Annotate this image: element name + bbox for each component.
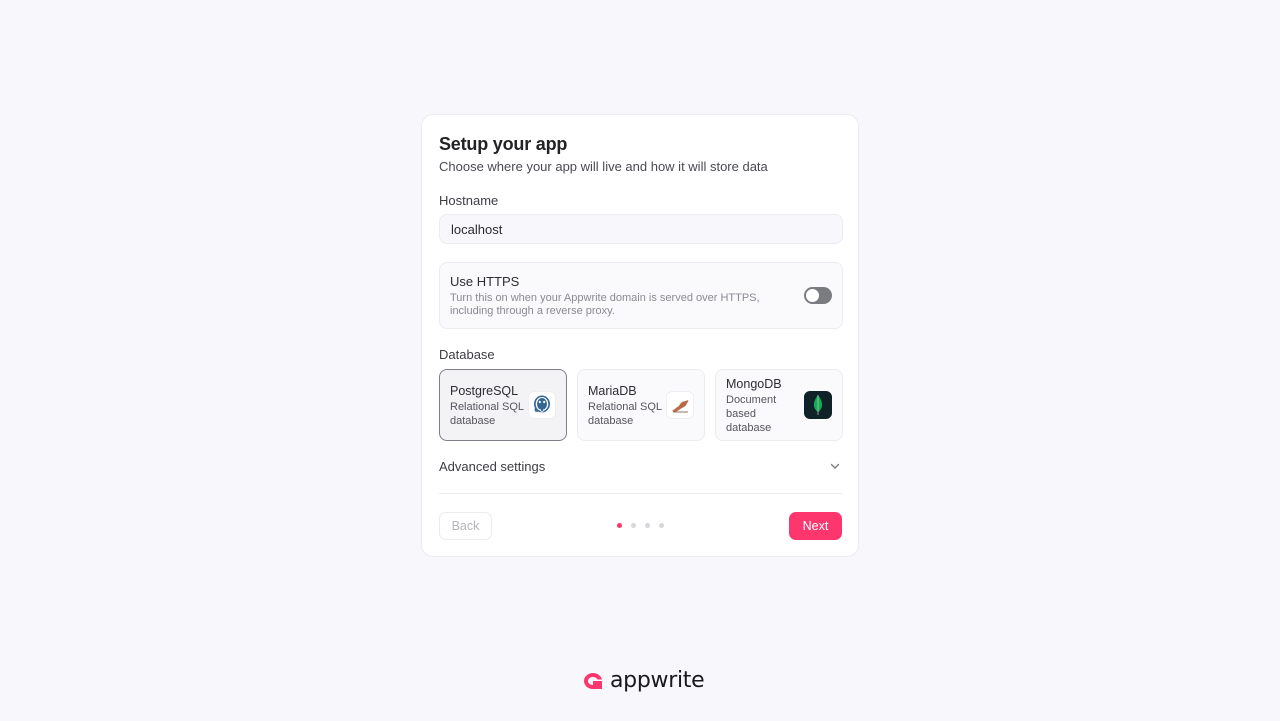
database-option-name: MongoDB [726, 377, 782, 391]
database-option-description: Relational SQL database [450, 401, 524, 427]
https-toggle[interactable] [804, 287, 832, 304]
https-title: Use HTTPS [450, 274, 520, 289]
database-option-postgresql[interactable]: PostgreSQL Relational SQL database [439, 369, 567, 441]
brand-name: appwrite [610, 668, 705, 693]
step-dot-2 [631, 523, 636, 528]
back-button[interactable]: Back [439, 512, 492, 540]
database-option-description: Document based database [726, 394, 777, 434]
database-options: PostgreSQL Relational SQL database Maria… [439, 369, 843, 441]
next-button[interactable]: Next [789, 512, 842, 540]
mariadb-icon [666, 391, 694, 419]
step-indicator [617, 523, 664, 529]
database-option-mongodb[interactable]: MongoDB Document based database [715, 369, 843, 441]
chevron-down-icon [830, 463, 840, 469]
setup-card: Setup your app Choose where your app wil… [421, 114, 859, 557]
appwrite-logo-icon [584, 672, 602, 689]
hostname-label: Hostname [439, 193, 499, 208]
mongodb-icon [804, 391, 832, 419]
database-option-mariadb[interactable]: MariaDB Relational SQL database [577, 369, 705, 441]
step-dot-3 [645, 523, 650, 528]
advanced-settings-label: Advanced settings [439, 459, 546, 474]
step-dot-1 [617, 523, 622, 528]
database-option-name: MariaDB [588, 384, 637, 398]
appwrite-logo: appwrite [582, 668, 705, 693]
https-description: Turn this on when your Appwrite domain i… [450, 292, 760, 317]
divider [439, 493, 843, 494]
step-dot-4 [659, 523, 664, 528]
database-option-name: PostgreSQL [450, 384, 519, 398]
postgresql-icon [528, 391, 556, 419]
database-option-description: Relational SQL database [588, 401, 662, 427]
database-label: Database [439, 347, 495, 362]
https-setting: Use HTTPS Turn this on when your Appwrit… [439, 262, 843, 329]
toggle-knob [806, 289, 819, 302]
hostname-input[interactable] [439, 214, 843, 244]
page-title: Setup your app [439, 134, 568, 154]
advanced-settings-toggle[interactable]: Advanced settings [439, 457, 843, 477]
page-subtitle: Choose where your app will live and how … [439, 159, 768, 174]
